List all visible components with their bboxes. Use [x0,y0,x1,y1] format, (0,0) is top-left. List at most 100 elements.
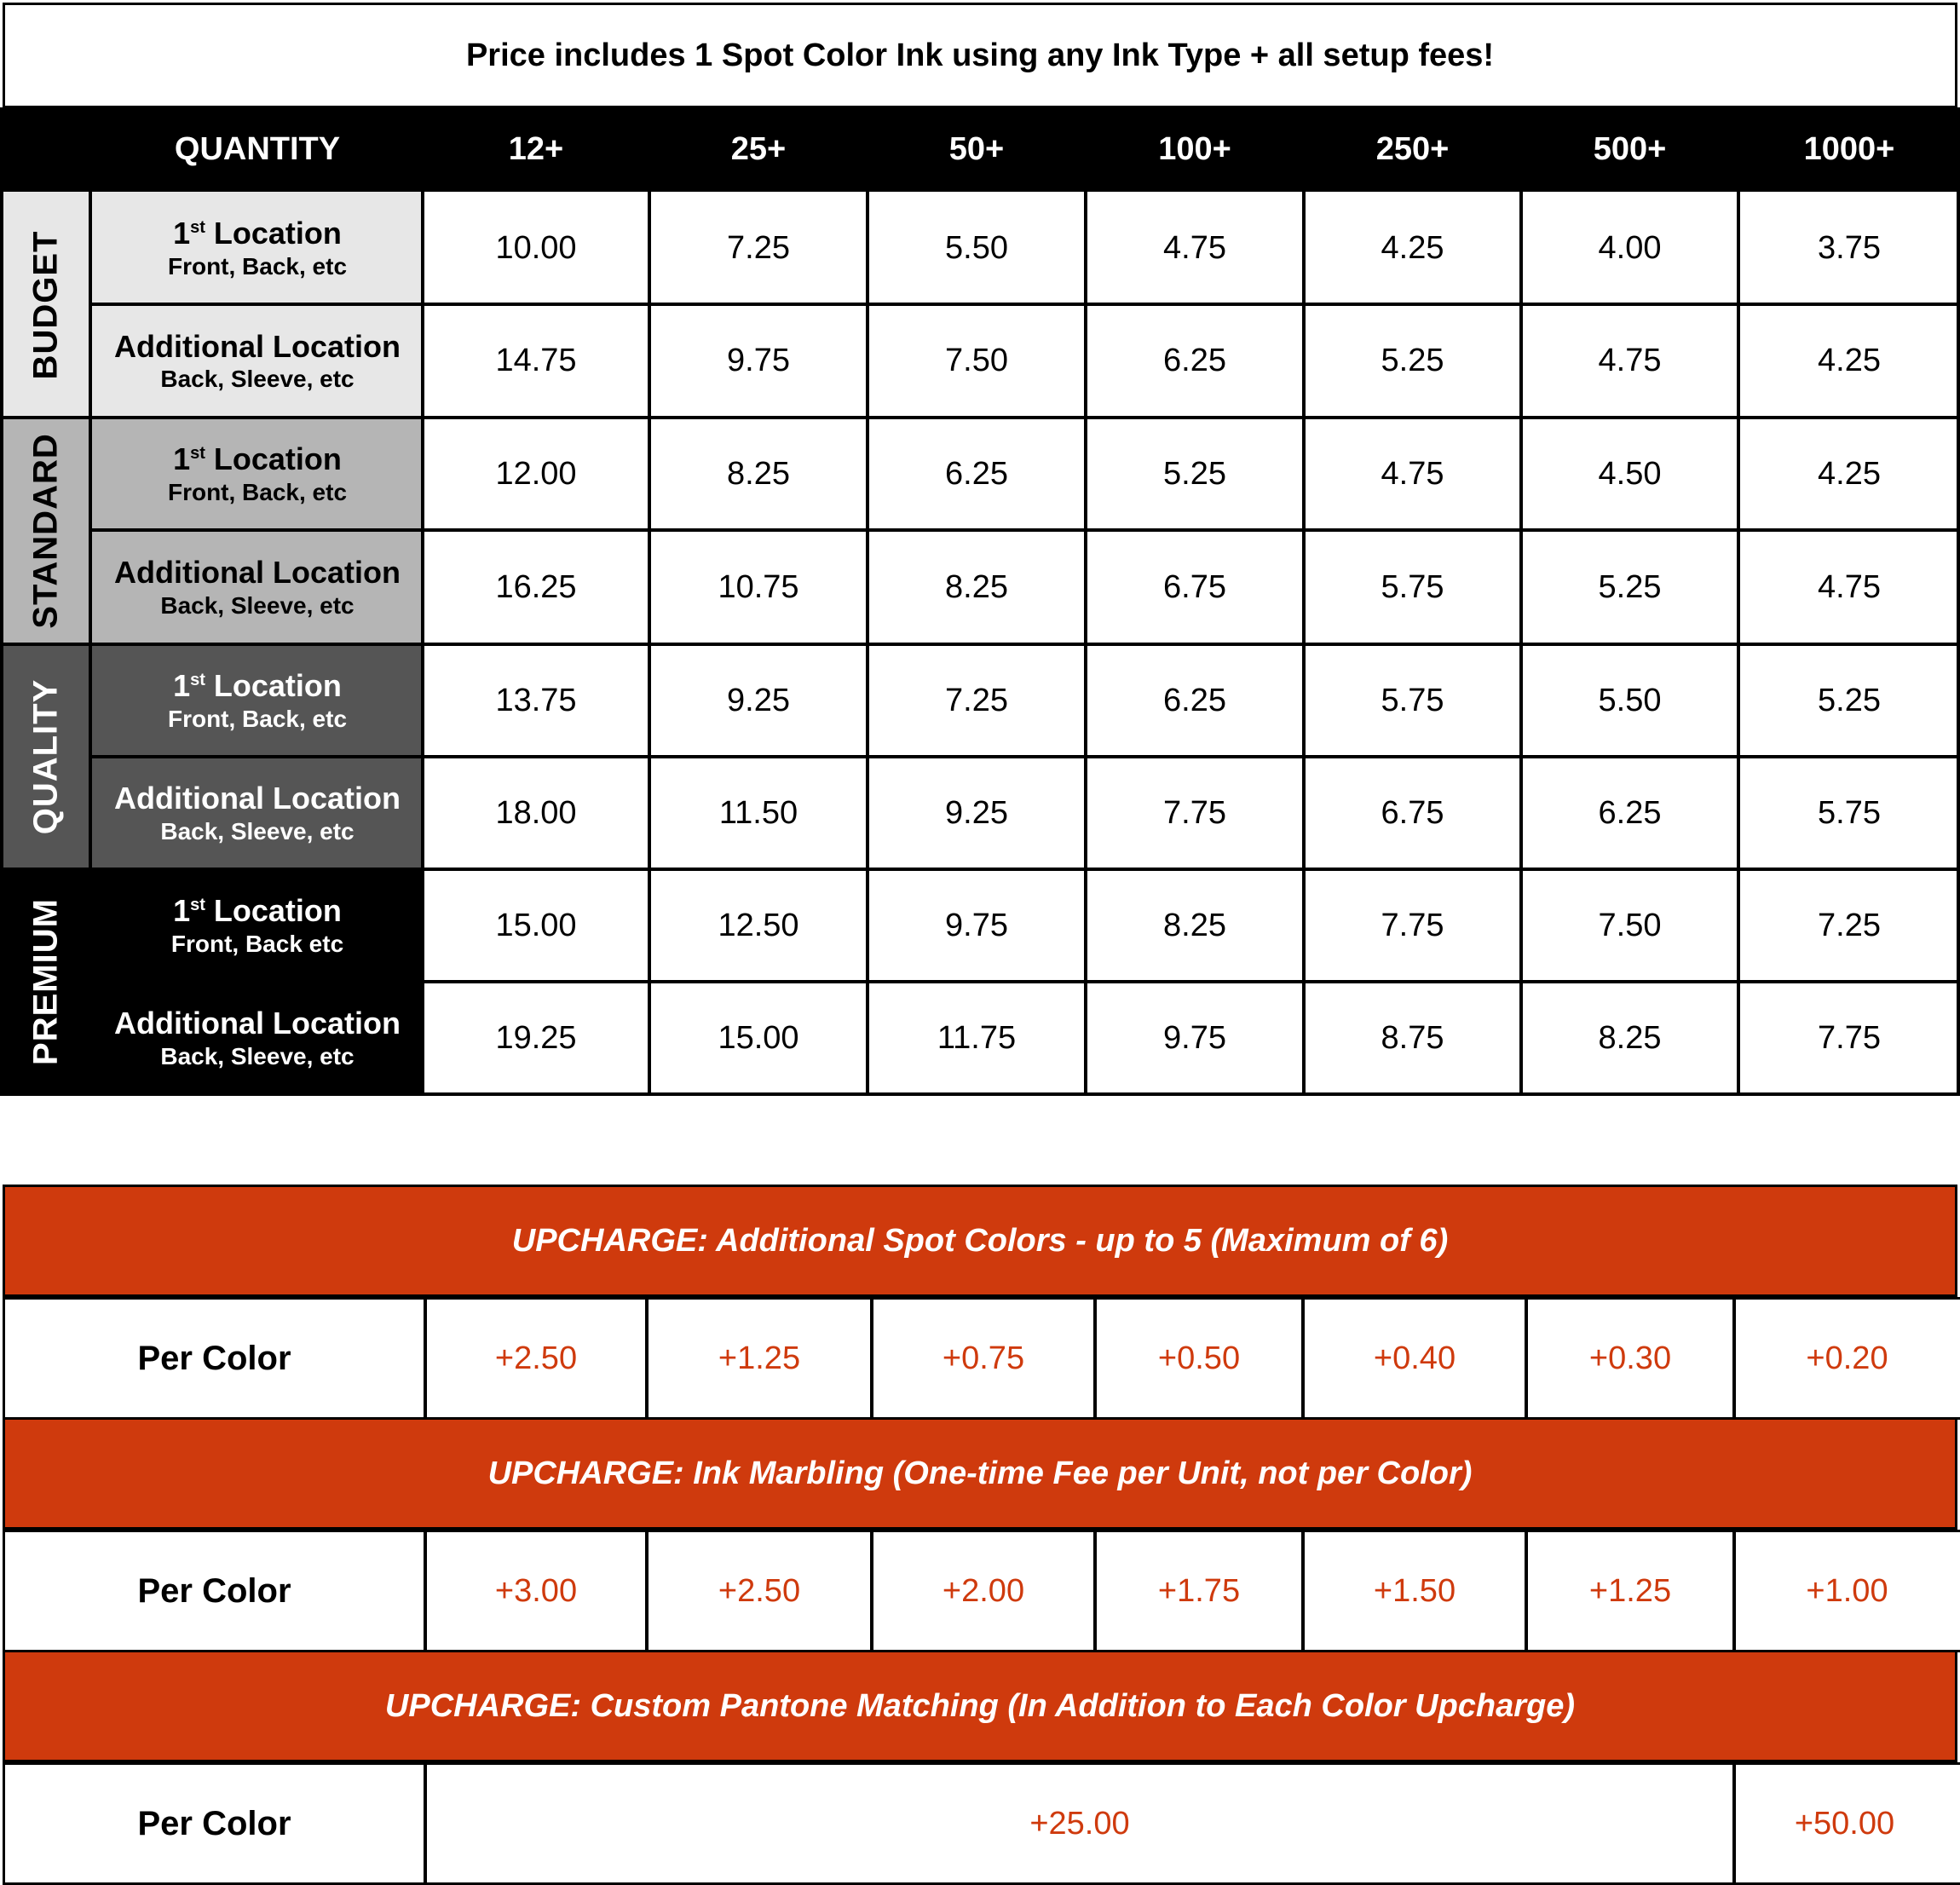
location-name: 1st Location [173,216,342,251]
grid-line [1093,1300,1097,1417]
price-cell: 5.25 [1598,568,1662,605]
grid-line [1737,192,1740,1096]
price-cell: 6.25 [1598,794,1662,831]
price-cell: 5.25 [1381,343,1444,378]
price-cell: 7.75 [1163,794,1226,831]
grid-line [645,1300,649,1417]
location-examples: Back, Sleeve, etc [160,366,355,393]
grid-line [0,192,3,869]
price-cell: 5.50 [1598,682,1662,718]
price-cell: 6.25 [1163,343,1226,378]
upcharge-row: Per Color +2.50 +1.25 +0.75 +0.50 +0.40 +0.30 +… [3,1297,1960,1420]
tier-label: PREMIUM [26,898,65,1065]
location-label: Additional Location Back, Sleeve, etc [92,757,423,869]
grid-line [1084,192,1087,1096]
price-cell: 4.25 [1381,229,1444,266]
price-cell: 10.00 [495,229,577,266]
upcharge-value: +1.75 [1157,1572,1241,1609]
quantity-tier-header: 100+ [1158,131,1231,167]
price-cell: 7.25 [727,229,790,266]
price-cell: 4.75 [1598,343,1662,378]
location-name: Additional Location [114,781,401,816]
upcharge-value: +1.50 [1373,1572,1456,1609]
price-note-title: Price includes 1 Spot Color Ink using an… [3,3,1957,108]
upcharge-title: UPCHARGE: Ink Marbling (One-time Fee per… [3,1417,1957,1530]
grid-line [92,303,1960,306]
price-cell: 9.75 [945,907,1008,943]
grid-line [92,528,1960,532]
price-cell: 9.75 [727,343,790,378]
price-cell: 6.75 [1381,794,1444,831]
location-examples: Front, Back, etc [167,252,348,280]
price-cell: 6.25 [945,455,1008,492]
price-cell: 8.25 [1598,1019,1662,1056]
price-cell: 5.75 [1381,568,1444,605]
tier-standard: STANDARD [0,418,92,644]
price-cell: 11.75 [937,1019,1017,1056]
price-cell: 9.25 [945,794,1008,831]
location-name: 1st Location [173,668,342,704]
quantity-tier-header: 50+ [948,131,1005,167]
upcharge-value: +0.75 [942,1340,1025,1376]
price-cell: 7.50 [1598,907,1662,943]
quantity-header-row: QUANTITY 12+ 25+ 50+ 100+ 250+ 500+ 1000+ [0,107,1960,192]
upcharge-value: +1.25 [718,1340,801,1376]
quantity-tier-header: 250+ [1375,131,1450,167]
price-cell: 13.75 [495,682,577,718]
location-examples: Front, Back etc [170,930,344,957]
location-label: 1st Location Front, Back, etc [92,418,423,530]
upcharge-value: +25.00 [1029,1805,1130,1842]
quantity-tier-header: 500+ [1593,131,1667,167]
grid-line [1732,1300,1736,1417]
location-label: 1st Location Front, Back, etc [92,644,423,757]
upcharge-value: +3.00 [494,1572,578,1609]
quantity-tier-header: 1000+ [1803,131,1895,167]
price-cell: 7.25 [1818,907,1881,943]
price-cell: 7.50 [945,343,1008,378]
grid-line [1525,1300,1528,1417]
upcharge-row: Per Color +25.00 +50.00 [3,1762,1960,1885]
grid-line [1301,1300,1305,1417]
tier-budget: BUDGET [0,192,92,418]
price-cell: 5.25 [1818,682,1881,718]
grid-line [423,980,1960,983]
location-name: 1st Location [173,893,342,929]
price-cell: 4.25 [1818,343,1881,378]
price-cell: 3.75 [1818,229,1881,266]
grid-line [89,192,92,869]
location-label: Additional Location Back, Sleeve, etc [92,304,423,418]
price-cell: 15.00 [495,907,577,943]
price-cell: 4.00 [1598,229,1662,266]
price-cell: 7.25 [945,682,1008,718]
upcharge-value: +2.50 [494,1340,578,1376]
grid-line [421,192,424,1096]
price-cell: 14.75 [495,343,577,378]
grid-line [0,643,1960,646]
price-cell: 5.75 [1818,794,1881,831]
upcharge-value: +1.00 [1806,1572,1888,1609]
tier-label: BUDGET [26,230,65,379]
grid-line [1093,1532,1097,1650]
price-cell: 8.25 [945,568,1008,605]
price-cell: 4.50 [1598,455,1662,492]
grid-line [648,192,651,1096]
price-cell: 4.75 [1818,568,1881,605]
price-cell: 5.25 [1163,455,1226,492]
tier-label: STANDARD [26,433,65,629]
price-cell: 8.75 [1381,1019,1444,1056]
location-name: Additional Location [114,328,401,364]
quantity-tier-header: 12+ [508,131,564,167]
grid-line [0,416,1960,419]
price-cell: 4.25 [1818,455,1881,492]
grid-line [1957,192,1960,1096]
quantity-tier-header: 25+ [730,131,787,167]
upcharge-value: +0.50 [1157,1340,1241,1376]
location-examples: Front, Back, etc [167,705,348,732]
location-name: 1st Location [173,441,342,477]
location-examples: Back, Sleeve, etc [160,591,355,619]
location-examples: Front, Back, etc [167,478,348,505]
quantity-header-label: QUANTITY [174,131,341,167]
grid-line [0,1092,1960,1096]
upcharge-value: +0.20 [1806,1340,1888,1376]
per-color-label: Per Color [137,1804,291,1842]
